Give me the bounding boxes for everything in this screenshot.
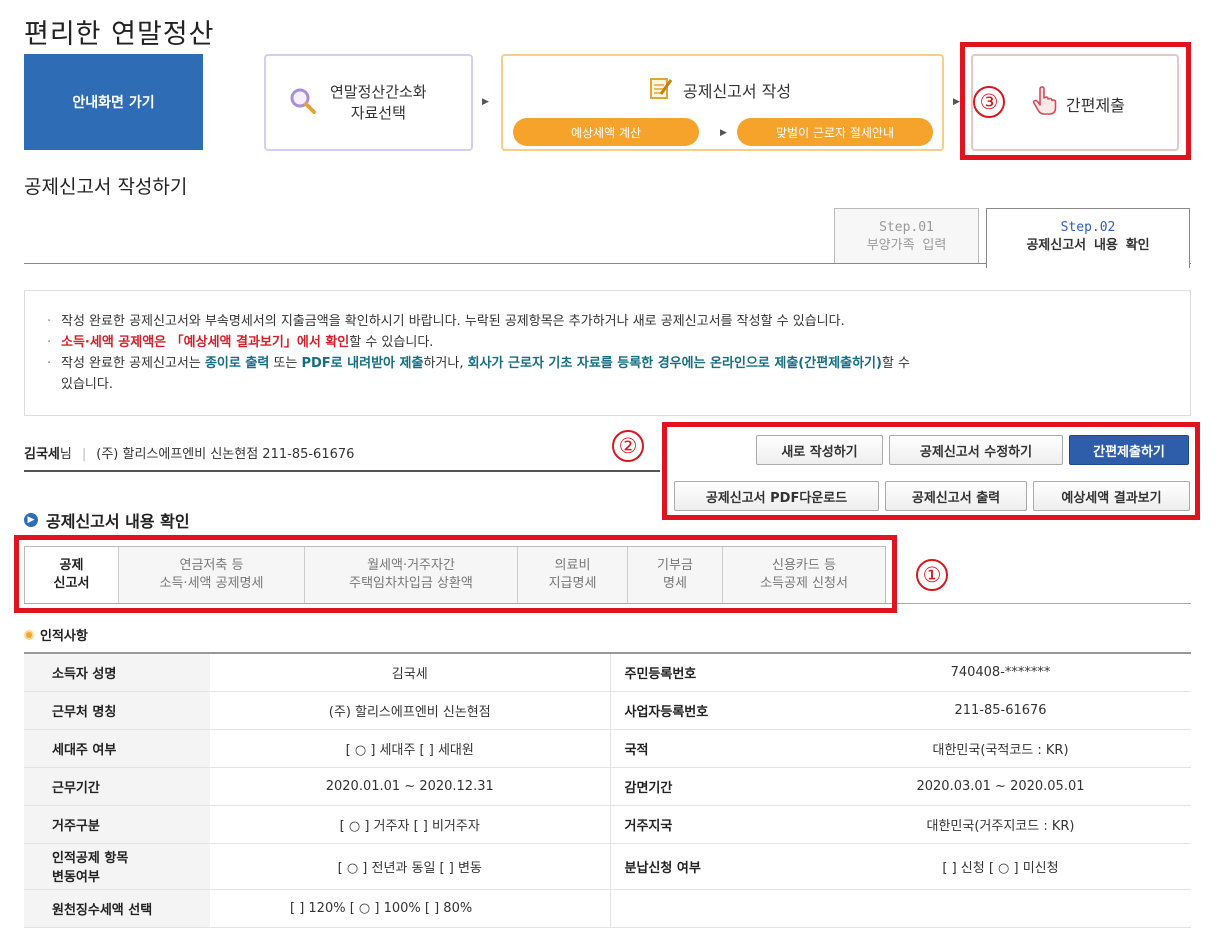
tab-step-01-number: Step.01 [879,220,934,235]
tab-step-01[interactable]: Step.01 부양가족 입력 [834,208,979,264]
notice-line-1: 작성 완료한 공제신고서와 부속명세서의 지출금액을 확인하시기 바랍니다. 누… [47,311,1167,332]
annotation-number-2: ② [612,430,644,462]
value-nationality: 대한민국(국적코드 : KR) [810,729,1191,768]
notice-line-2: 소득·세액 공제액은 「예상세액 결과보기」에서 확인할 수 있습니다. [47,332,1167,353]
step-write-form: 공제신고서 작성 예상세액 계산 ▶ 맞벌이 근로자 절세안내 [501,54,944,151]
step-data-select[interactable]: 연말정산간소화 자료선택 [264,54,473,151]
table-row: 소득자 성명 김국세 주민등록번호 740408-******* [24,653,1191,692]
value-reduction-period: 2020.03.01 ~ 2020.05.01 [810,767,1191,806]
sub-title-text: 공제신고서 내용 확인 [46,512,190,531]
table-row: 세대주 여부 [ ○ ] 세대주 [ ] 세대원 국적 대한민국(국적코드 : … [24,729,1191,768]
value-work-period: 2020.01.01 ~ 2020.12.31 [210,767,610,806]
personal-info-title: 인적사항 [24,625,88,644]
table-row: 근무처 명칭 (주) 할리스에프엔비 신논현점 사업자등록번호 211-85-6… [24,691,1191,730]
arrow-circle-icon: ▶ [24,513,38,527]
step2-title: 공제신고서 작성 [683,82,792,101]
arrow-right-icon: ▶ [720,128,727,138]
value-residence-country: 대한민국(거주지코드 : KR) [810,805,1191,844]
estimate-tax-pill[interactable]: 예상세액 계산 [513,118,699,146]
label-work-period: 근무기간 [24,767,210,806]
tab-step-02-label: 공제신고서 내용 확인 [1026,238,1150,253]
value-deduction-change: [ ○ ] 전년과 동일 [ ] 변동 [210,843,610,890]
annotation-number-1: ① [916,559,948,591]
label-withholding-rate: 원천징수세액 선택 [24,889,210,928]
label-income-earner: 소득자 성명 [24,653,210,692]
guide-screen-button[interactable]: 안내화면 가기 [24,54,203,150]
personal-info-table: 소득자 성명 김국세 주민등록번호 740408-******* 근무처 명칭 … [24,652,1191,928]
orange-dot-icon [24,629,34,640]
table-row: 인적공제 항목 변동여부 [ ○ ] 전년과 동일 [ ] 변동 분납신청 여부 … [24,843,1191,890]
label-nationality: 국적 [609,729,810,768]
taxpayer-company: (주) 할리스에프엔비 신논현점 211-85-61676 [96,447,355,462]
value-household-head: [ ○ ] 세대주 [ ] 세대원 [210,729,610,768]
label-installment: 분납신청 여부 [609,843,810,890]
value-residency: [ ○ ] 거주자 [ ] 비거주자 [210,805,610,844]
write-note-icon [649,76,673,104]
empty-cell [810,889,1191,928]
taxpayer-name: 김국세 [24,447,60,462]
tab-gap [987,262,1189,265]
table-row: 원천징수세액 선택 [ ] 120% [ ○ ] 100% [ ] 80% [24,889,1191,928]
dual-income-pill[interactable]: 맞벌이 근로자 절세안내 [737,118,933,146]
section-title: 공제신고서 작성하기 [24,176,188,198]
arrow-right-icon: ▶ [482,97,489,107]
value-income-earner: 김국세 [210,653,610,692]
label-resident-number: 주민등록번호 [609,653,810,692]
tab-step-02[interactable]: Step.02 공제신고서 내용 확인 [986,208,1190,268]
highlight-frame-1 [14,535,897,613]
value-business-number: 211-85-61676 [810,691,1191,730]
value-workplace: (주) 할리스에프엔비 신논현점 [210,691,610,730]
value-resident-number: 740408-******* [810,653,1191,692]
arrow-right-icon: ▶ [953,97,960,107]
step1-line1: 연말정산간소화 [330,83,427,101]
label-residency: 거주구분 [24,805,210,844]
tab-step-01-label: 부양가족 입력 [866,238,947,253]
notice-box: 작성 완료한 공제신고서와 부속명세서의 지출금액을 확인하시기 바랍니다. 누… [24,290,1191,416]
personal-info-title-text: 인적사항 [40,629,88,644]
label-residence-country: 거주지국 [609,805,810,844]
table-row: 근무기간 2020.01.01 ~ 2020.12.31 감면기간 2020.0… [24,767,1191,806]
tab-step-02-number: Step.02 [1060,220,1116,235]
label-reduction-period: 감면기간 [609,767,810,806]
empty-cell [609,889,810,928]
taxpayer-bar: 김국세님 | (주) 할리스에프엔비 신논현점 211-85-61676 [24,432,660,472]
magnifier-icon [290,88,316,118]
label-workplace: 근무처 명칭 [24,691,210,730]
table-row: 거주구분 [ ○ ] 거주자 [ ] 비거주자 거주지국 대한민국(거주지코드 … [24,805,1191,844]
annotation-number-3: ③ [973,86,1005,118]
page-title: 편리한 연말정산 [24,19,215,50]
highlight-frame-2 [662,422,1200,520]
taxpayer-suffix: 님 [59,447,72,462]
label-household-head: 세대주 여부 [24,729,210,768]
sub-title: ▶ 공제신고서 내용 확인 [24,508,190,532]
notice-line-3: 작성 완료한 공제신고서는 종이로 출력 또는 PDF로 내려받아 제출하거나,… [47,353,1167,395]
value-installment: [ ] 신청 [ ○ ] 미신청 [810,843,1191,890]
label-deduction-change: 인적공제 항목 변동여부 [24,843,210,890]
label-business-number: 사업자등록번호 [609,691,810,730]
step1-line2: 자료선택 [350,104,406,122]
value-withholding-rate: [ ] 120% [ ○ ] 100% [ ] 80% [210,889,610,928]
